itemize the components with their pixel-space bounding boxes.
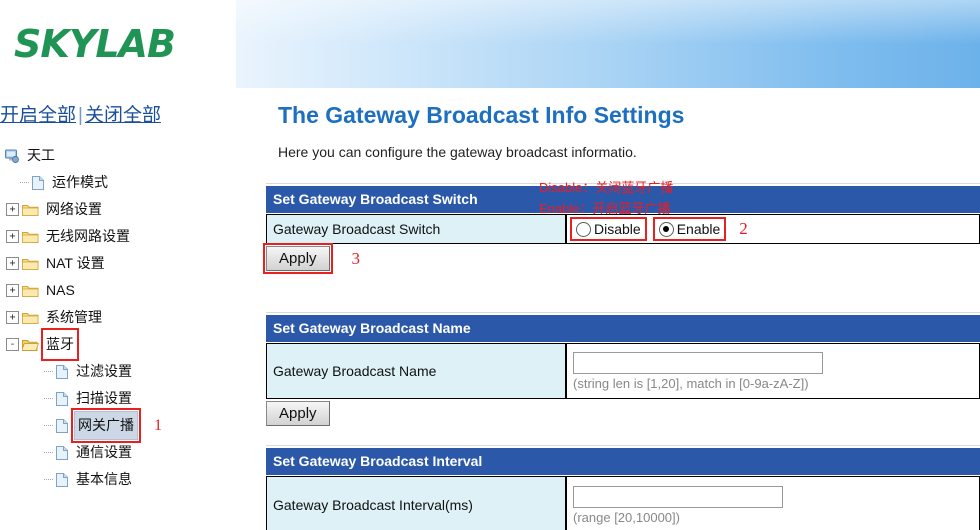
tree-item-4[interactable]: + NAT 设置 bbox=[0, 250, 236, 277]
tree-item-label: 过滤设置 bbox=[76, 363, 132, 379]
main-content: The Gateway Broadcast Info Settings Here… bbox=[236, 88, 980, 530]
page-icon bbox=[55, 418, 69, 434]
tree-item-label: 网络设置 bbox=[46, 201, 102, 217]
tree-item-label: NAS bbox=[46, 282, 75, 298]
section-broadcast-interval: Set Gateway Broadcast Interval Gateway B… bbox=[266, 445, 980, 530]
folder-icon bbox=[22, 203, 39, 217]
tree-item-0[interactable]: 天工 bbox=[0, 142, 236, 169]
annotation-marker-2: 2 bbox=[739, 219, 748, 238]
navigation-tree: 天工运作模式 + 网络设置 + 无线网路设置 + NAT 设置 + NAS + 系统管理 - 蓝牙过滤设… bbox=[0, 142, 236, 493]
tree-item-9[interactable]: 扫描设置 bbox=[0, 385, 236, 412]
page-icon bbox=[55, 391, 69, 407]
label-broadcast-interval: Gateway Broadcast Interval(ms) bbox=[267, 477, 567, 530]
broadcast-name-input[interactable] bbox=[573, 351, 823, 374]
value-broadcast-interval: (range [20,10000]) bbox=[567, 477, 979, 530]
value-broadcast-name: (string len is [1,20], match in [0-9a-zA… bbox=[567, 344, 979, 398]
section-header-interval: Set Gateway Broadcast Interval bbox=[266, 446, 980, 476]
tree-item-11[interactable]: 通信设置 bbox=[0, 439, 236, 466]
tree-item-label: 扫描设置 bbox=[76, 390, 132, 406]
link-separator: | bbox=[78, 105, 83, 126]
tree-item-3[interactable]: + 无线网路设置 bbox=[0, 223, 236, 250]
radio-option-disable[interactable]: Disable bbox=[570, 217, 647, 241]
row-broadcast-interval: Gateway Broadcast Interval(ms) (range [2… bbox=[266, 476, 980, 530]
tree-item-label: 基本信息 bbox=[76, 471, 132, 487]
tree-expander-icon[interactable]: + bbox=[6, 311, 19, 324]
sidebar: SKYLAB 开启全部 | 关闭全部 天工运作模式 + 网络设置 + 无线网路设置 + NAT … bbox=[0, 0, 236, 530]
annotation-marker-3: 3 bbox=[351, 248, 361, 268]
computer-icon bbox=[4, 148, 20, 164]
tree-item-2[interactable]: + 网络设置 bbox=[0, 196, 236, 223]
page-icon bbox=[55, 364, 69, 380]
tree-item-label: 天工 bbox=[27, 147, 55, 163]
section-broadcast-switch: Set Gateway Broadcast Switch Gateway Bro… bbox=[263, 183, 980, 274]
expand-all-link[interactable]: 开启全部 bbox=[0, 105, 76, 126]
tree-expander-icon[interactable]: + bbox=[6, 203, 19, 216]
tree-expander-icon[interactable]: + bbox=[6, 284, 19, 297]
broadcast-interval-input[interactable] bbox=[573, 485, 783, 508]
radio-group-broadcast-switch: Disable Enable 2 bbox=[570, 215, 979, 243]
apply-name-button[interactable]: Apply bbox=[266, 401, 330, 426]
page-root: SKYLAB 开启全部 | 关闭全部 天工运作模式 + 网络设置 + 无线网路设置 + NAT … bbox=[0, 0, 980, 530]
section-broadcast-name: Set Gateway Broadcast Name Gateway Broad… bbox=[266, 312, 980, 426]
hint-broadcast-name: (string len is [1,20], match in [0-9a-zA… bbox=[573, 375, 809, 391]
label-broadcast-name: Gateway Broadcast Name bbox=[267, 344, 567, 398]
page-icon bbox=[55, 445, 69, 461]
tree-item-label: 系统管理 bbox=[46, 309, 102, 325]
row-broadcast-switch: Gateway Broadcast Switch Disable Enable … bbox=[266, 214, 980, 244]
tree-item-8[interactable]: 过滤设置 bbox=[0, 358, 236, 385]
tree-expander-icon[interactable]: + bbox=[6, 257, 19, 270]
apply-switch-highlight: Apply bbox=[263, 243, 333, 274]
page-icon bbox=[55, 472, 69, 488]
row-broadcast-name: Gateway Broadcast Name (string len is [1… bbox=[266, 343, 980, 399]
section-header-name: Set Gateway Broadcast Name bbox=[266, 313, 980, 343]
tree-item-label: 蓝牙 bbox=[41, 328, 79, 361]
tree-toggle-links: 开启全部 | 关闭全部 bbox=[0, 100, 161, 127]
tree-item-label: NAT 设置 bbox=[46, 255, 105, 271]
folder-icon bbox=[22, 257, 39, 271]
apply-row-name: Apply bbox=[266, 401, 980, 426]
tree-item-12[interactable]: 基本信息 bbox=[0, 466, 236, 493]
page-icon bbox=[31, 175, 45, 191]
tree-item-7[interactable]: - 蓝牙 bbox=[0, 328, 236, 361]
radio-disable-icon[interactable] bbox=[576, 221, 591, 237]
value-broadcast-switch: Disable Enable 2 bbox=[567, 215, 979, 243]
tree-expander-icon[interactable]: - bbox=[6, 338, 19, 351]
tree-expander-icon[interactable]: + bbox=[6, 230, 19, 243]
tree-item-5[interactable]: + NAS bbox=[0, 277, 236, 304]
folder-open-icon bbox=[22, 338, 39, 352]
tree-item-label: 网关广播 bbox=[71, 408, 141, 443]
tree-item-label: 通信设置 bbox=[76, 444, 132, 460]
banner-sheen bbox=[236, 0, 980, 44]
page-title: The Gateway Broadcast Info Settings bbox=[278, 102, 685, 128]
annotation-disable-note: Disable：关闭蓝牙广播 bbox=[539, 180, 674, 195]
tree-item-label: 无线网路设置 bbox=[46, 228, 130, 244]
radio-option-enable[interactable]: Enable bbox=[652, 217, 727, 241]
header-banner bbox=[236, 0, 980, 90]
folder-icon bbox=[22, 230, 39, 244]
annotation-enable-note: Enable：开启蓝牙广播 bbox=[539, 201, 671, 216]
radio-enable-icon[interactable] bbox=[658, 221, 674, 237]
label-broadcast-switch: Gateway Broadcast Switch bbox=[267, 215, 567, 243]
radio-disable-label: Disable bbox=[594, 221, 641, 237]
apply-switch-button[interactable]: Apply bbox=[266, 246, 330, 271]
tree-item-10[interactable]: 网关广播 1 bbox=[0, 408, 236, 443]
annotation-marker-1: 1 bbox=[154, 417, 162, 434]
hint-broadcast-interval: (range [20,10000]) bbox=[573, 509, 680, 525]
folder-icon bbox=[22, 311, 39, 325]
tree-item-6[interactable]: + 系统管理 bbox=[0, 304, 236, 331]
tree-item-1[interactable]: 运作模式 bbox=[0, 169, 236, 196]
skylab-logo: SKYLAB bbox=[14, 22, 176, 66]
folder-icon bbox=[22, 284, 39, 298]
tree-item-label: 运作模式 bbox=[52, 174, 108, 190]
apply-row-switch: Apply 3 bbox=[263, 243, 980, 274]
page-subtitle: Here you can configure the gateway broad… bbox=[278, 144, 637, 160]
collapse-all-link[interactable]: 关闭全部 bbox=[85, 105, 161, 126]
radio-enable-label: Enable bbox=[676, 221, 721, 237]
